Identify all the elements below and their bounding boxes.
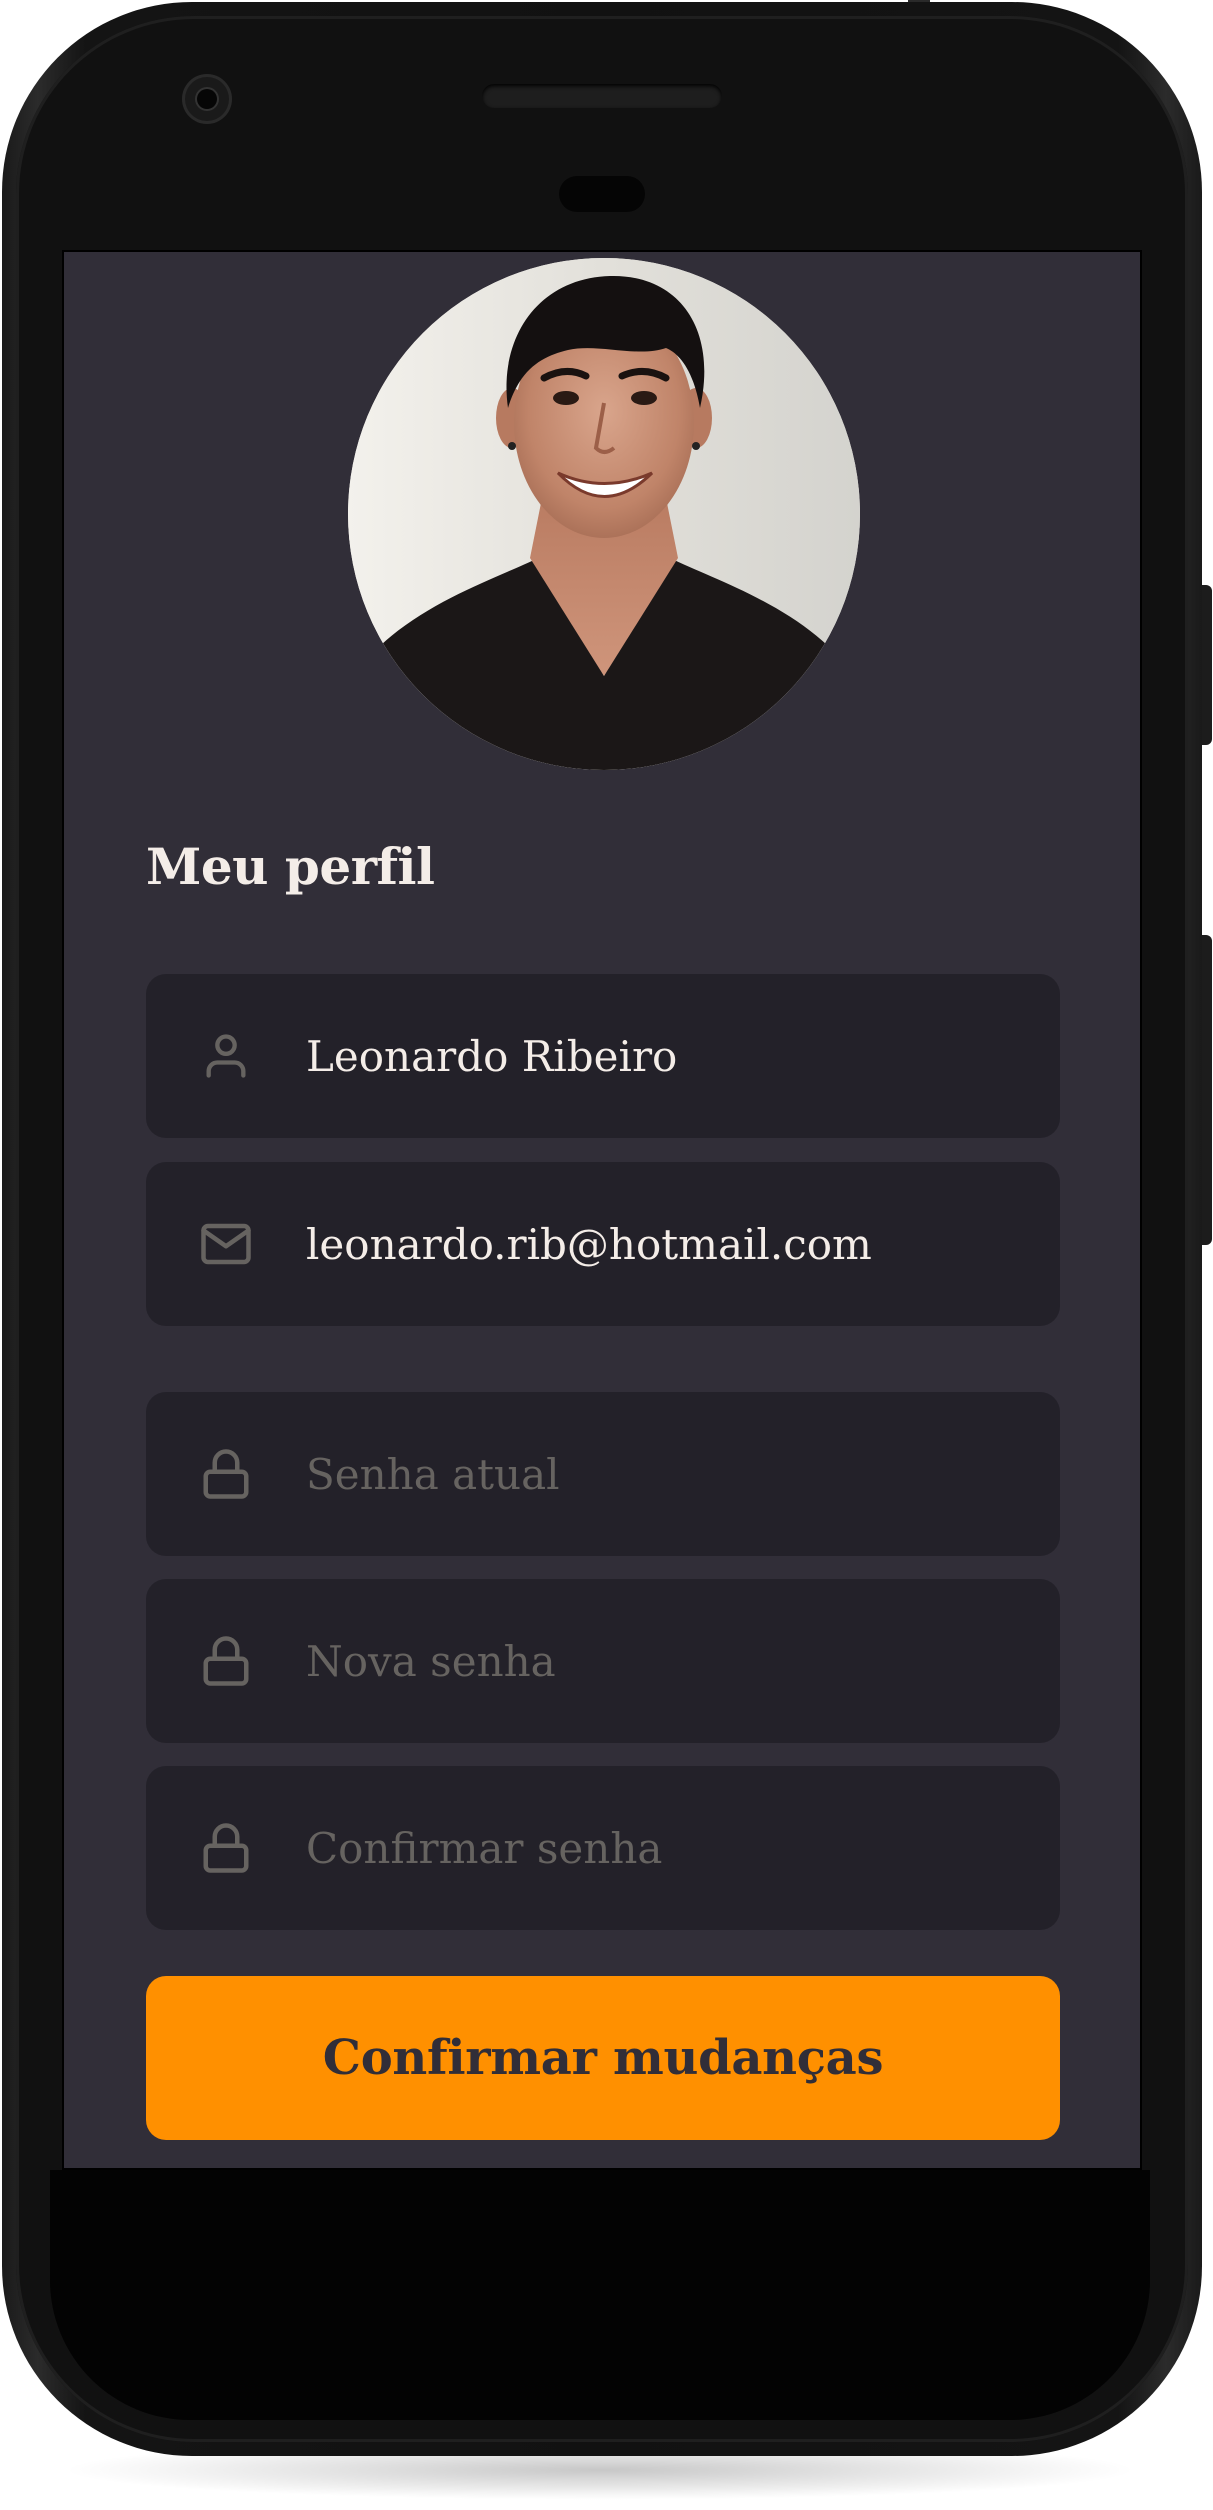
app-screen: Meu perfil Leonardo Ribeiro leonardo.rib… [62, 250, 1142, 2170]
lock-icon [194, 1629, 258, 1693]
confirm-changes-button[interactable]: Confirmar mudanças [146, 1976, 1060, 2140]
email-field[interactable] [146, 1162, 1060, 1326]
front-camera [182, 74, 232, 124]
name-input[interactable] [306, 974, 1026, 1138]
mail-icon [194, 1212, 258, 1276]
user-icon [194, 1024, 258, 1088]
proximity-sensor [559, 176, 645, 212]
lock-icon [194, 1442, 258, 1506]
confirm-password-input[interactable] [306, 1766, 1026, 1930]
new-password-field[interactable] [146, 1579, 1060, 1743]
page-title: Meu perfil [146, 837, 435, 896]
email-input[interactable] [306, 1162, 1026, 1326]
phone-chin [50, 2170, 1150, 2420]
lock-icon [194, 1816, 258, 1880]
avatar[interactable] [348, 258, 860, 770]
avatar-photo [348, 258, 860, 770]
name-field[interactable] [146, 974, 1060, 1138]
old-password-field[interactable] [146, 1392, 1060, 1556]
earpiece-speaker [482, 84, 722, 108]
old-password-input[interactable] [306, 1392, 1026, 1556]
new-password-input[interactable] [306, 1579, 1026, 1743]
confirm-password-field[interactable] [146, 1766, 1060, 1930]
phone-device: Meu perfil Leonardo Ribeiro leonardo.rib… [0, 0, 1213, 2510]
